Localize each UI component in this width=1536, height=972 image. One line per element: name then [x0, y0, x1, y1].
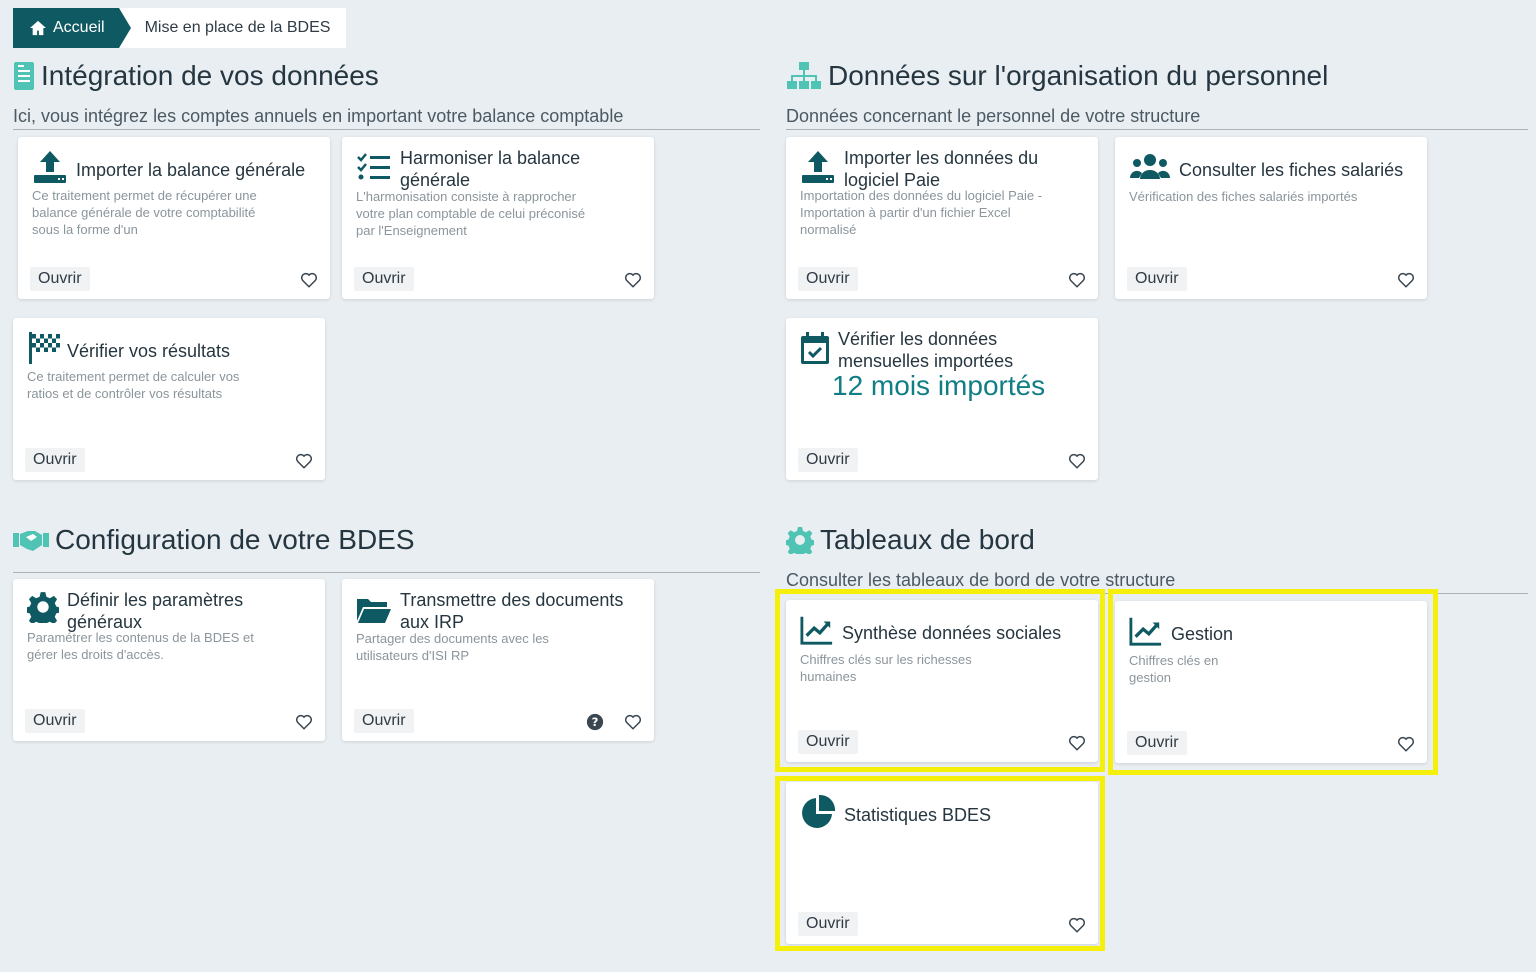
section-title: Intégration de vos données [41, 60, 379, 91]
help-icon[interactable]: ? [586, 713, 604, 731]
card-title: Vérifier les données mensuelles importée… [838, 329, 1014, 371]
divider [13, 129, 760, 130]
svg-text:?: ? [592, 715, 599, 729]
section-subtitle: Données concernant le personnel de votre… [786, 106, 1201, 126]
checklist-icon [356, 149, 392, 185]
open-button[interactable]: Ouvrir [25, 709, 85, 733]
card-donnees-mensuelles[interactable]: Vérifier les données mensuelles importée… [786, 318, 1098, 480]
card-description: Ce traitement permet de récupérer une ba… [32, 188, 257, 237]
card-description: L'harmonisation consiste à rapprocher vo… [356, 189, 586, 238]
gear-icon [25, 591, 61, 628]
section-subtitle: Consulter les tableaux de bord de votre … [786, 570, 1176, 590]
flag-checkered-icon [27, 330, 60, 366]
heart-icon[interactable] [300, 271, 318, 289]
users-icon [1129, 149, 1171, 185]
home-icon [30, 20, 46, 36]
handshake-icon [13, 531, 49, 551]
card-description: Partager des documents avec les utilisat… [356, 631, 549, 663]
heart-icon[interactable] [624, 713, 642, 731]
card-title: Consulter les fiches salariés [1179, 160, 1404, 180]
breadcrumb-home-label: Accueil [53, 19, 105, 36]
open-button[interactable]: Ouvrir [798, 267, 858, 291]
heart-icon[interactable] [295, 452, 313, 470]
section-integration: Intégration de vos données Ici, vous int… [13, 60, 623, 127]
open-button[interactable]: Ouvrir [354, 709, 414, 733]
card-description: Ce traitement permet de calculer vos rat… [27, 369, 240, 401]
card-title: Transmettre des documents aux IRP [400, 590, 624, 632]
card-fiches-salaries[interactable]: Consulter les fiches salariés Vérificati… [1115, 137, 1427, 299]
heart-icon[interactable] [1397, 271, 1415, 289]
calendar-check-icon [800, 330, 830, 366]
highlight-frame [1108, 589, 1438, 775]
section-title: Tableaux de bord [820, 524, 1035, 555]
card-importer-balance[interactable]: Importer la balance générale Ce traiteme… [18, 137, 330, 299]
card-title: Vérifier vos résultats [67, 341, 231, 361]
months-imported-stat: 12 mois importés [832, 370, 1046, 401]
section-subtitle: Ici, vous intégrez les comptes annuels e… [13, 106, 624, 126]
gear-icon [786, 527, 814, 554]
upload-icon [800, 149, 836, 185]
open-button[interactable]: Ouvrir [354, 267, 414, 291]
open-button[interactable]: Ouvrir [30, 267, 90, 291]
section-title: Configuration de votre BDES [55, 524, 415, 555]
heart-icon[interactable] [624, 271, 642, 289]
card-verifier-resultats[interactable]: Vérifier vos résultats Ce traitement per… [13, 318, 325, 480]
breadcrumb-current: Mise en place de la BDES [118, 8, 347, 48]
card-harmoniser-balance[interactable]: Harmoniser la balance générale L'harmoni… [342, 137, 654, 299]
section-organisation: Données sur l'organisation du personnel … [786, 60, 1328, 127]
heart-icon[interactable] [295, 713, 313, 731]
upload-icon [32, 149, 68, 185]
card-description: Vérification des fiches salariés importé… [1129, 189, 1358, 204]
heart-icon[interactable] [1068, 271, 1086, 289]
highlight-frame [775, 589, 1105, 772]
card-importer-paie[interactable]: Importer les données du logiciel Paie Im… [786, 137, 1098, 299]
card-parametres-generaux[interactable]: Définir les paramètres généraux Paramétr… [13, 579, 325, 741]
divider [786, 129, 1528, 130]
card-description: Importation des données du logiciel Paie… [800, 188, 1043, 237]
card-description: Paramétrer les contenus de la BDES et gé… [27, 630, 254, 662]
card-transmettre-documents[interactable]: Transmettre des documents aux IRP Partag… [342, 579, 654, 741]
section-title: Données sur l'organisation du personnel [828, 60, 1329, 91]
section-configuration: Configuration de votre BDES [13, 524, 415, 556]
card-title: Harmoniser la balance générale [400, 148, 581, 190]
highlight-frame [775, 776, 1105, 951]
divider [13, 572, 760, 573]
open-button[interactable]: Ouvrir [798, 448, 858, 472]
org-chart-icon [787, 62, 821, 89]
section-tableaux: Tableaux de bord Consulter les tableaux … [786, 524, 1175, 591]
card-title: Définir les paramètres généraux [67, 590, 244, 632]
card-title: Importer les données du logiciel Paie [844, 148, 1039, 190]
open-button[interactable]: Ouvrir [1127, 267, 1187, 291]
card-title: Importer la balance générale [76, 160, 306, 180]
folder-open-icon [356, 591, 392, 627]
open-button[interactable]: Ouvrir [25, 448, 85, 472]
heart-icon[interactable] [1068, 452, 1086, 470]
document-icon [14, 62, 34, 90]
breadcrumb: Accueil Mise en place de la BDES [13, 8, 347, 48]
breadcrumb-home[interactable]: Accueil [13, 8, 131, 48]
